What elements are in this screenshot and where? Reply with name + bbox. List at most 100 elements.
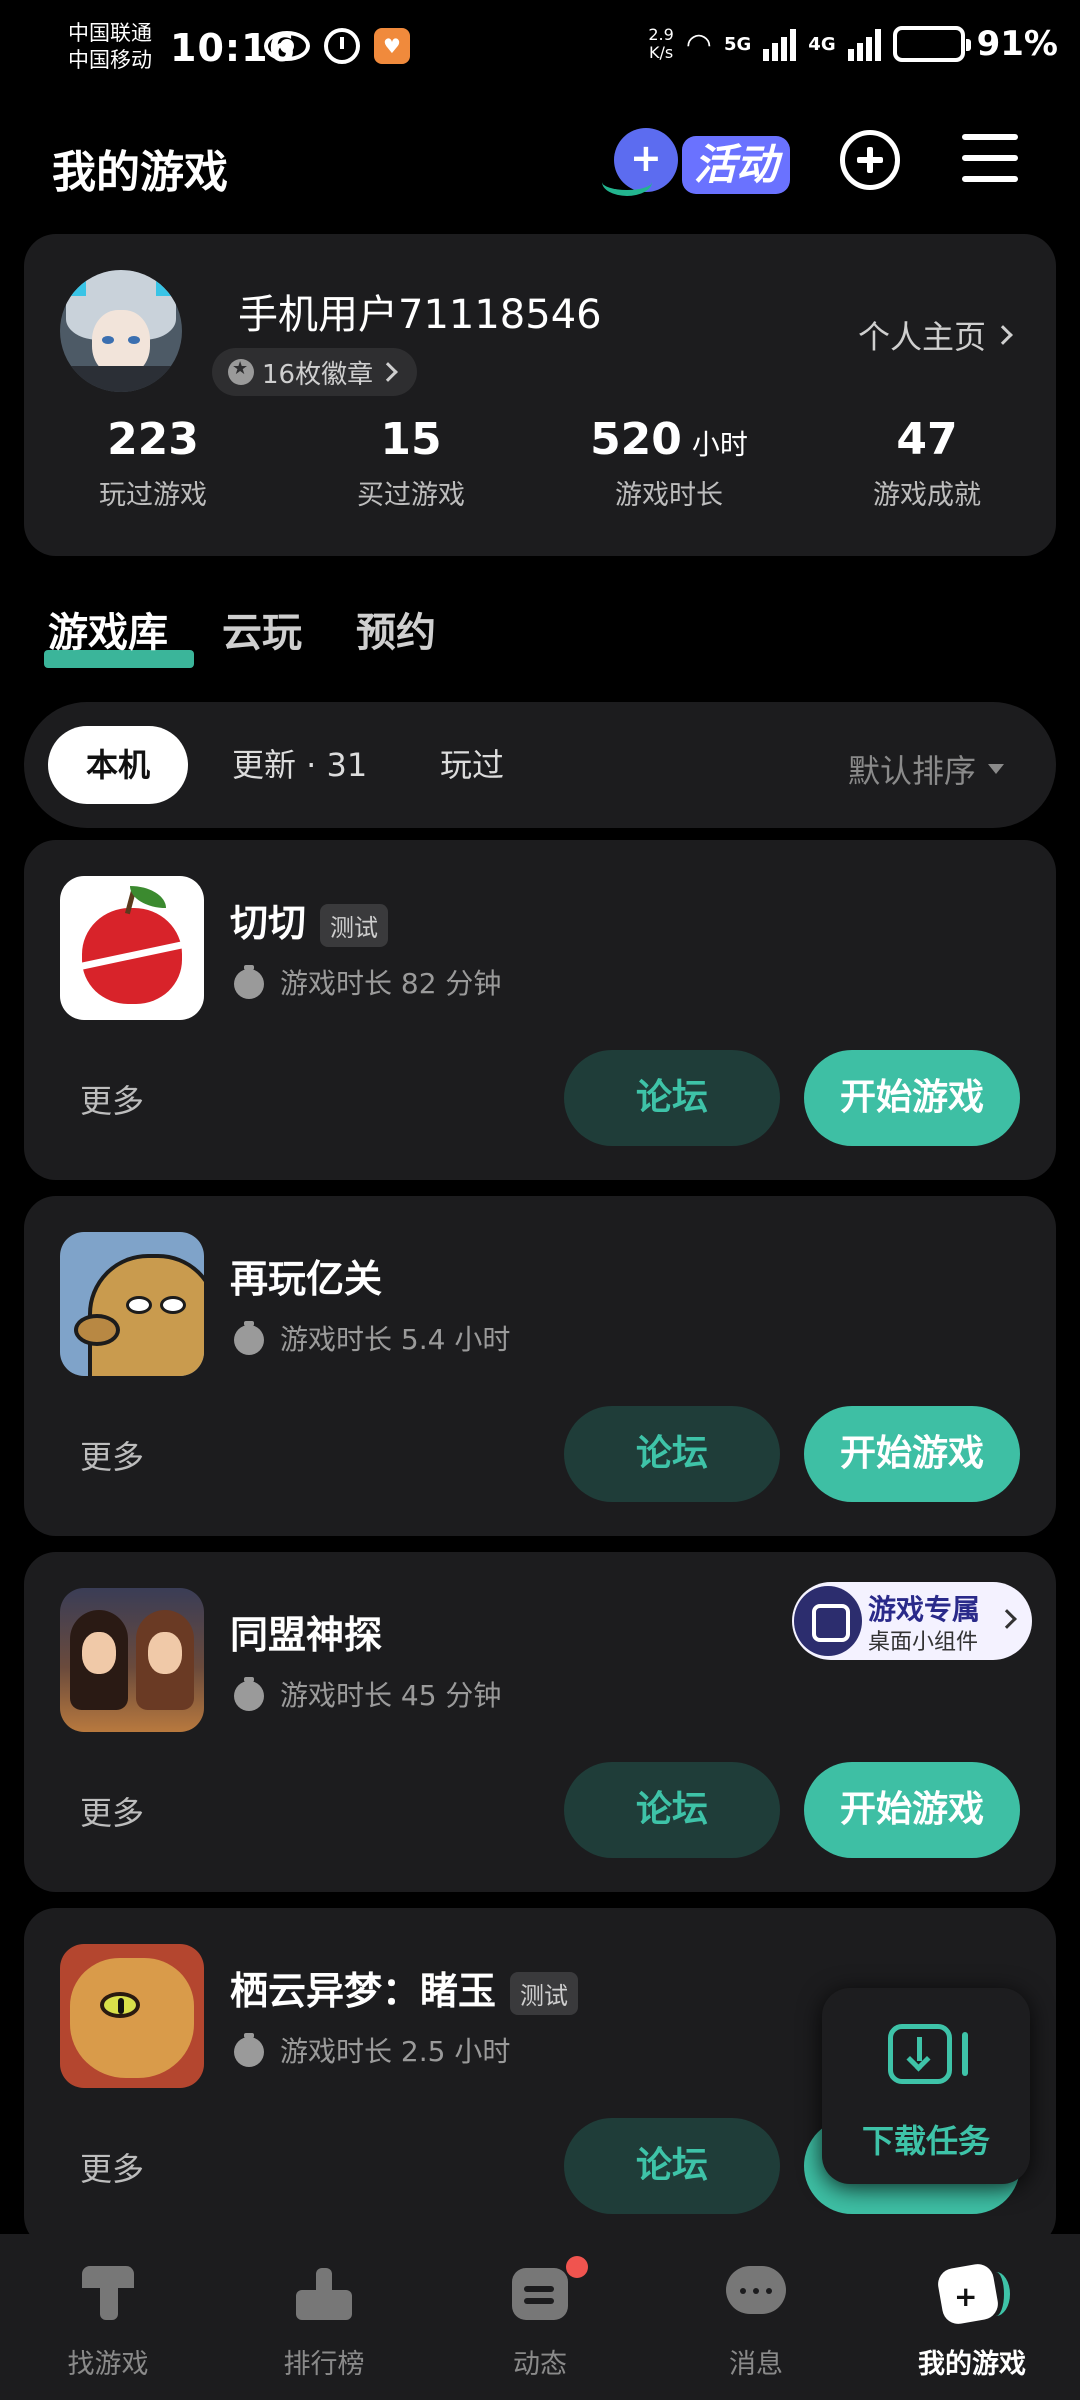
nav-feed[interactable]: 动态 bbox=[432, 2234, 648, 2400]
network-speed-unit: K/s bbox=[648, 43, 674, 62]
signal-4g-icon bbox=[847, 27, 881, 61]
main-tabs: 游戏库 云玩 预约 bbox=[44, 600, 436, 668]
forum-button[interactable]: 论坛 bbox=[564, 1406, 780, 1502]
game-name: 同盟神探 bbox=[230, 1613, 383, 1657]
test-badge: 测试 bbox=[320, 904, 389, 947]
sort-label: 默认排序 bbox=[847, 752, 976, 790]
download-task-button[interactable]: 下载任务 bbox=[822, 1988, 1030, 2184]
avatar[interactable] bbox=[60, 270, 182, 392]
stat-label: 游戏时长 bbox=[615, 480, 723, 511]
feed-icon bbox=[508, 2260, 572, 2324]
medal-icon bbox=[228, 358, 254, 385]
homepage-label: 个人主页 bbox=[857, 318, 986, 356]
stopwatch-icon bbox=[234, 1321, 266, 1355]
stat-label: 买过游戏 bbox=[357, 480, 465, 511]
app-header: 我的游戏 + 活动 bbox=[0, 110, 1080, 220]
nav-label: 找游戏 bbox=[67, 2349, 149, 2380]
game-title: 再玩亿关 bbox=[230, 1248, 382, 1303]
app-notification-icon: ♥ bbox=[374, 28, 410, 64]
start-game-button[interactable]: 开始游戏 bbox=[804, 1406, 1020, 1502]
alarm-icon bbox=[324, 28, 360, 64]
tab-reservations[interactable]: 预约 bbox=[356, 600, 436, 660]
game-title: 切切 测试 bbox=[230, 892, 389, 947]
forum-button[interactable]: 论坛 bbox=[564, 1762, 780, 1858]
tab-library[interactable]: 游戏库 bbox=[44, 600, 194, 668]
forum-button[interactable]: 论坛 bbox=[564, 1050, 780, 1146]
nav-messages[interactable]: 消息 bbox=[648, 2234, 864, 2400]
playtime: 游戏时长 5.4 小时 bbox=[280, 1323, 511, 1356]
stat-value: 15 bbox=[380, 414, 442, 465]
nav-ranking[interactable]: 排行榜 bbox=[216, 2234, 432, 2400]
game-title: 同盟神探 bbox=[230, 1604, 382, 1659]
username: 手机用户71118546 bbox=[238, 292, 602, 338]
nav-find-game[interactable]: 找游戏 bbox=[0, 2234, 216, 2400]
caret-down-icon bbox=[988, 764, 1004, 774]
more-button[interactable]: 更多 bbox=[80, 1432, 144, 1478]
eye-icon bbox=[264, 31, 310, 61]
playtime: 游戏时长 82 分钟 bbox=[280, 967, 502, 1000]
tab-cloud-play[interactable]: 云玩 bbox=[222, 600, 302, 660]
game-name: 栖云异梦：睹玉 bbox=[230, 1969, 497, 2013]
more-button[interactable]: 更多 bbox=[80, 2144, 144, 2190]
start-game-button[interactable]: 开始游戏 bbox=[804, 1050, 1020, 1146]
widget-title: 游戏专属 bbox=[868, 1593, 981, 1626]
game-name: 切切 bbox=[230, 901, 307, 945]
stat-played[interactable]: 223 玩过游戏 bbox=[24, 414, 282, 512]
widget-subtitle: 桌面小组件 bbox=[868, 1630, 979, 1655]
battery-icon bbox=[892, 26, 971, 62]
filter-bar: 本机 更新 · 31 玩过 默认排序 bbox=[24, 702, 1056, 828]
sort-dropdown[interactable]: 默认排序 bbox=[848, 746, 1004, 792]
homepage-link[interactable]: 个人主页 bbox=[857, 312, 1013, 358]
chevron-right-icon bbox=[997, 1609, 1017, 1629]
stat-label: 玩过游戏 bbox=[99, 480, 207, 511]
network-speed: 2.9 K/s bbox=[648, 26, 673, 62]
game-card[interactable]: 再玩亿关 游戏时长 5.4 小时 更多 论坛 开始游戏 bbox=[24, 1196, 1056, 1536]
nav-my-games[interactable]: + 我的游戏 bbox=[864, 2234, 1080, 2400]
more-button[interactable]: 更多 bbox=[80, 1788, 144, 1834]
stopwatch-icon bbox=[234, 965, 266, 999]
badges-count: 16枚徽章 bbox=[262, 359, 374, 390]
stat-value: 520 bbox=[590, 414, 682, 465]
carrier-1: 中国联通 bbox=[68, 21, 152, 45]
bottom-nav: 找游戏 排行榜 动态 消息 + 我的游戏 bbox=[0, 2234, 1080, 2400]
forum-button[interactable]: 论坛 bbox=[564, 2118, 780, 2214]
chevron-right-icon bbox=[378, 362, 398, 382]
stat-bought[interactable]: 15 买过游戏 bbox=[282, 414, 540, 512]
seal-icon bbox=[60, 1232, 204, 1376]
carrier-info: 中国联通 中国移动 bbox=[68, 20, 152, 74]
stat-playtime[interactable]: 520 小时 游戏时长 bbox=[540, 414, 798, 512]
nav-label: 排行榜 bbox=[283, 2349, 365, 2380]
playtime-row: 游戏时长 2.5 小时 bbox=[234, 2030, 510, 2070]
more-button[interactable]: 更多 bbox=[80, 1076, 144, 1122]
add-game-button[interactable] bbox=[840, 130, 900, 190]
game-title: 栖云异梦：睹玉 测试 bbox=[230, 1960, 579, 2015]
lion-icon bbox=[60, 1944, 204, 2088]
filter-played[interactable]: 玩过 bbox=[440, 726, 504, 804]
stat-unit: 小时 bbox=[691, 428, 748, 461]
game-card[interactable]: 切切 测试 游戏时长 82 分钟 更多 论坛 开始游戏 bbox=[24, 840, 1056, 1180]
nav-label: 动态 bbox=[513, 2349, 567, 2380]
widget-promo-banner[interactable]: 游戏专属 桌面小组件 bbox=[792, 1582, 1032, 1660]
filter-updates[interactable]: 更新 · 31 bbox=[232, 726, 367, 804]
download-icon bbox=[888, 2024, 952, 2084]
profile-card: 手机用户71118546 16枚徽章 个人主页 223 玩过游戏 15 买过游戏… bbox=[24, 234, 1056, 556]
status-icons-right: 2.9 K/s ◠ 5G 4G 91% bbox=[648, 24, 1058, 64]
page-title: 我的游戏 bbox=[52, 147, 228, 198]
chevron-right-icon bbox=[993, 325, 1013, 345]
playtime-row: 游戏时长 5.4 小时 bbox=[234, 1318, 510, 1358]
game-name: 再玩亿关 bbox=[230, 1257, 383, 1301]
playtime: 游戏时长 45 分钟 bbox=[280, 1679, 502, 1712]
nav-label: 我的游戏 bbox=[918, 2349, 1026, 2380]
stat-value: 47 bbox=[896, 414, 958, 465]
network-5g-label: 5G bbox=[723, 33, 752, 55]
start-game-button[interactable]: 开始游戏 bbox=[804, 1762, 1020, 1858]
filter-local[interactable]: 本机 bbox=[48, 726, 189, 804]
menu-button[interactable] bbox=[962, 134, 1018, 184]
ranking-icon bbox=[292, 2260, 356, 2324]
detective-icon bbox=[60, 1588, 204, 1732]
stat-achievements[interactable]: 47 游戏成就 bbox=[798, 414, 1056, 512]
activity-button[interactable]: + 活动 bbox=[600, 118, 790, 210]
activity-label: 活动 bbox=[682, 136, 790, 194]
badges-button[interactable]: 16枚徽章 bbox=[212, 348, 418, 396]
apple-icon bbox=[60, 876, 204, 1020]
